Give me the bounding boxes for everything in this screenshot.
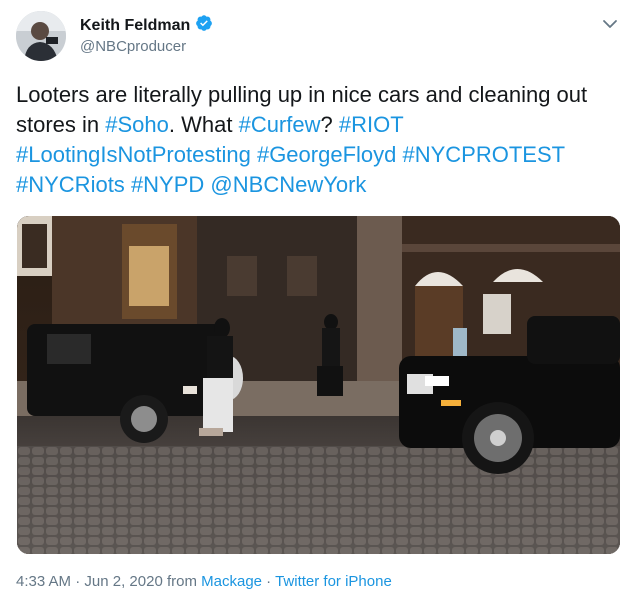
display-name-text[interactable]: Keith Feldman: [80, 17, 190, 34]
tweet-meta: 4:33 AM · Jun 2, 2020 from Mackage · Twi…: [16, 573, 392, 590]
avatar-image: [16, 11, 66, 61]
verified-badge-icon: [195, 14, 213, 37]
tweet-media-photo[interactable]: [17, 216, 620, 554]
tweet-time[interactable]: 4:33 AM: [16, 573, 71, 590]
hashtag-soho[interactable]: #Soho: [105, 112, 169, 137]
author-handle[interactable]: @NBCproducer: [80, 38, 186, 55]
hashtag-nypd[interactable]: #NYPD: [131, 172, 204, 197]
street-scene-image: [17, 216, 620, 554]
tweet-text-part: . What: [168, 112, 239, 137]
author-display-name[interactable]: Keith Feldman: [80, 14, 213, 37]
hashtag-curfew[interactable]: #Curfew: [239, 112, 321, 137]
meta-separator: ·: [262, 573, 276, 590]
tweet-location-link[interactable]: Mackage: [201, 573, 262, 590]
chevron-down-icon[interactable]: [600, 14, 620, 34]
tweet-card: Keith Feldman @NBCproducer Looters are l…: [0, 0, 634, 602]
mention-nbcnewyork[interactable]: @NBCNewYork: [210, 172, 366, 197]
tweet-source-link[interactable]: Twitter for iPhone: [275, 573, 392, 590]
hashtag-looting-is-not-protesting[interactable]: #LootingIsNotProtesting: [16, 142, 251, 167]
hashtag-riot[interactable]: #RIOT: [339, 112, 403, 137]
tweet-text: Looters are literally pulling up in nice…: [16, 80, 620, 200]
meta-separator: ·: [71, 573, 85, 590]
hashtag-george-floyd[interactable]: #GeorgeFloyd: [257, 142, 396, 167]
tweet-date[interactable]: Jun 2, 2020: [84, 573, 162, 590]
hashtag-nycprotest[interactable]: #NYCPROTEST: [403, 142, 565, 167]
tweet-text-part: ?: [320, 112, 339, 137]
meta-from-text: from: [162, 573, 202, 590]
hashtag-nycriots[interactable]: #NYCRiots: [16, 172, 125, 197]
avatar[interactable]: [16, 11, 66, 61]
